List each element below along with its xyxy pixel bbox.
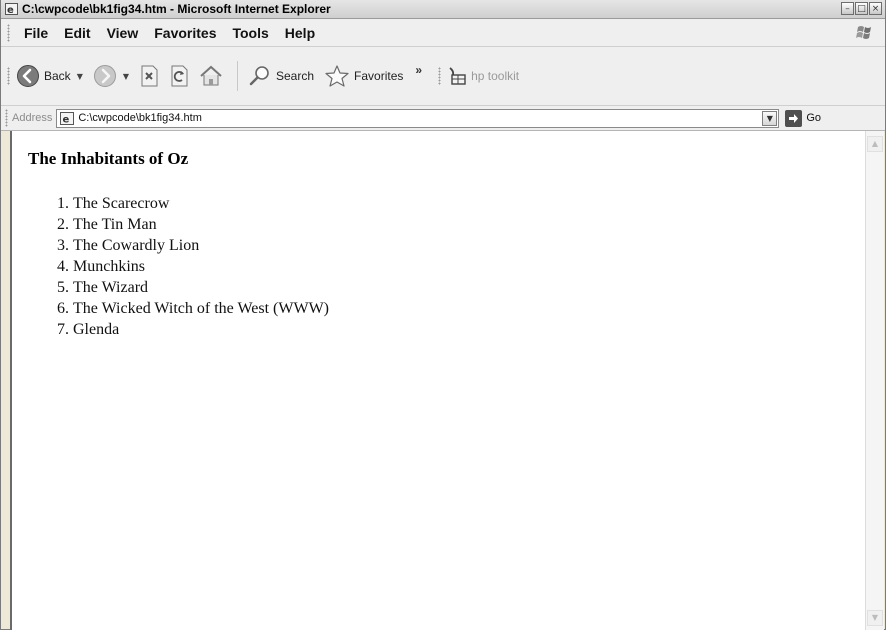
list-item: The Scarecrow	[73, 193, 329, 214]
window-title: C:\cwpcode\bk1fig34.htm - Microsoft Inte…	[22, 2, 331, 16]
forward-button[interactable]: ▼	[93, 64, 129, 88]
menu-bar: File Edit View Favorites Tools Help	[1, 19, 885, 47]
hp-toolbar-grip[interactable]	[438, 67, 442, 85]
list-item: The Wizard	[73, 277, 329, 298]
menu-tools[interactable]: Tools	[224, 25, 276, 41]
scroll-up-arrow-icon[interactable]: ▲	[867, 136, 883, 152]
favorites-label: Favorites	[354, 69, 404, 83]
address-url: C:\cwpcode\bk1fig34.htm	[78, 112, 202, 124]
back-arrow-icon	[17, 65, 39, 87]
list-item: The Cowardly Lion	[73, 235, 329, 256]
page-icon: e	[60, 111, 75, 125]
search-icon	[249, 66, 269, 86]
address-bar: Address e C:\cwpcode\bk1fig34.htm ▼ Go	[1, 106, 885, 131]
list-item: Glenda	[73, 319, 329, 340]
go-label: Go	[806, 112, 822, 124]
minimize-button[interactable]: –	[841, 2, 854, 15]
menu-view[interactable]: View	[99, 25, 147, 41]
list-item: The Wicked Witch of the West (WWW)	[73, 298, 329, 319]
forward-arrow-icon	[93, 65, 116, 87]
stop-icon	[141, 65, 158, 87]
go-button[interactable]: Go	[785, 109, 822, 127]
menu-file[interactable]: File	[16, 25, 56, 41]
refresh-icon	[171, 65, 188, 87]
svg-text:e: e	[7, 5, 14, 15]
search-button[interactable]: Search	[248, 64, 314, 88]
menubar-grip[interactable]	[7, 23, 10, 42]
svg-text:e: e	[63, 114, 70, 125]
windows-logo-icon	[856, 26, 871, 39]
toolbar-row: Back ▼ ▼ Search Favorites » hp toolkit	[1, 59, 529, 93]
page-content: The Inhabitants of Oz The Scarecrow The …	[10, 131, 868, 630]
page-heading: The Inhabitants of Oz	[28, 149, 189, 168]
back-dropdown-arrow-icon[interactable]: ▼	[77, 72, 83, 81]
list-item: Munchkins	[73, 256, 329, 277]
vertical-scrollbar[interactable]: ▲ ▼	[865, 131, 884, 630]
browser-window: e C:\cwpcode\bk1fig34.htm - Microsoft In…	[0, 0, 886, 630]
menu-favorites[interactable]: Favorites	[146, 25, 224, 41]
title-bar[interactable]: e C:\cwpcode\bk1fig34.htm - Microsoft In…	[1, 0, 885, 19]
maximize-button[interactable]: □	[855, 2, 868, 15]
scroll-down-arrow-icon[interactable]: ▼	[867, 610, 883, 626]
stop-button[interactable]	[139, 65, 159, 87]
home-button[interactable]	[199, 65, 223, 87]
address-dropdown-icon[interactable]: ▼	[762, 110, 778, 126]
standard-toolbar: Back ▼ ▼ Search Favorites » hp toolkit	[1, 47, 885, 106]
toolbar-overflow-chevron[interactable]: »	[415, 63, 422, 77]
list-item: The Tin Man	[73, 214, 329, 235]
forward-dropdown-arrow-icon[interactable]: ▼	[123, 72, 129, 81]
ie-page-icon: e	[5, 3, 18, 15]
addressbar-grip[interactable]	[5, 109, 8, 127]
favorites-button[interactable]: Favorites	[324, 64, 403, 88]
back-label: Back	[44, 69, 71, 83]
home-icon	[200, 65, 222, 86]
go-arrow-icon	[785, 109, 803, 127]
hp-toolkit-icon	[449, 67, 466, 85]
search-label: Search	[276, 69, 315, 83]
toolbar-separator	[237, 61, 238, 91]
refresh-button[interactable]	[169, 65, 189, 87]
close-button[interactable]: ×	[869, 2, 882, 15]
toolbar-grip[interactable]	[7, 67, 10, 85]
address-label: Address	[12, 112, 53, 124]
hp-toolkit-button[interactable]: hp toolkit	[447, 66, 519, 86]
oz-inhabitants-list: The Scarecrow The Tin Man The Cowardly L…	[30, 193, 329, 340]
hp-toolkit-label: hp toolkit	[471, 69, 520, 83]
window-controls: – □ ×	[841, 2, 882, 15]
menu-edit[interactable]: Edit	[56, 25, 98, 41]
address-field[interactable]: e C:\cwpcode\bk1fig34.htm ▼	[56, 108, 780, 128]
back-button[interactable]: Back ▼	[16, 64, 83, 88]
menu-help[interactable]: Help	[277, 25, 323, 41]
star-icon	[325, 65, 349, 87]
